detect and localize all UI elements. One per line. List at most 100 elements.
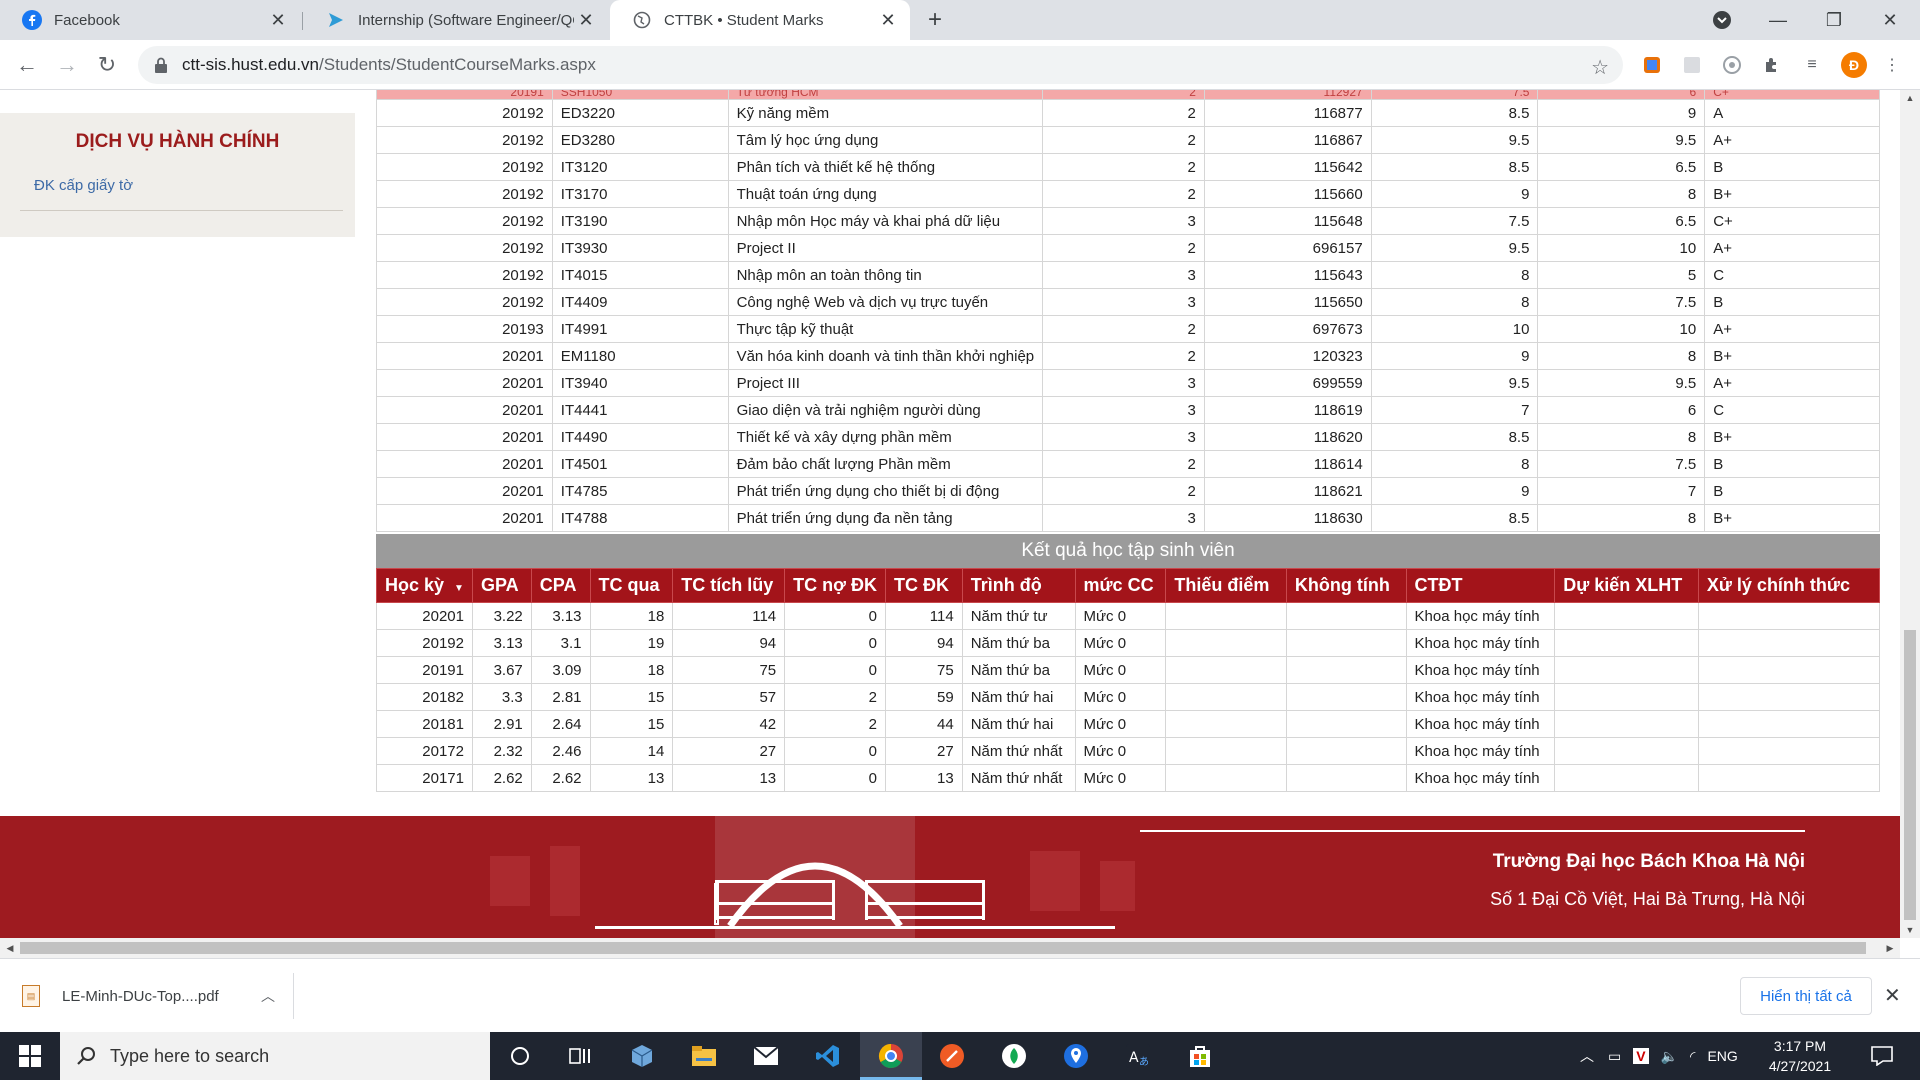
extension-icon[interactable] bbox=[1680, 53, 1704, 77]
cortana-icon[interactable] bbox=[504, 1040, 536, 1072]
tab-internship[interactable]: Internship (Software Engineer/QC ✕ bbox=[304, 0, 608, 40]
url-host: ctt-sis.hust.edu.vn bbox=[182, 55, 320, 74]
result-cell bbox=[1554, 710, 1699, 738]
maximize-button[interactable]: ❐ bbox=[1806, 0, 1862, 40]
puzzle-icon[interactable] bbox=[1760, 53, 1784, 77]
close-window-button[interactable]: ✕ bbox=[1862, 0, 1918, 40]
course-code-cell: IT3120 bbox=[551, 153, 729, 181]
download-item[interactable]: ▤ LE-Minh-DUc-Top....pdf ︿ bbox=[22, 973, 294, 1019]
extension-icon[interactable] bbox=[1720, 53, 1744, 77]
back-button[interactable]: ← bbox=[12, 50, 42, 80]
volume-icon[interactable]: 🔈 bbox=[1661, 1048, 1678, 1065]
menu-dots-icon[interactable]: ⋮ bbox=[1880, 53, 1904, 77]
table-row: 20201 IT4788 Phát triển ứng dụng đa nền tả… bbox=[376, 504, 1880, 532]
request-documents-link[interactable]: ĐK cấp giấy tờ bbox=[34, 177, 133, 194]
address-bar[interactable]: ctt-sis.hust.edu.vn/Students/StudentCour… bbox=[138, 46, 1623, 84]
midterm-score-cell: 9 bbox=[1370, 342, 1539, 370]
close-tab-icon[interactable]: ✕ bbox=[266, 8, 290, 32]
postman-icon[interactable] bbox=[936, 1040, 968, 1072]
semester-cell: 20191 bbox=[376, 90, 553, 100]
result-cell: 13 bbox=[884, 764, 963, 792]
translate-icon[interactable]: Aあ bbox=[1122, 1040, 1154, 1072]
course-name-cell: Thuật toán ứng dụng bbox=[727, 180, 1044, 208]
close-tab-icon[interactable]: ✕ bbox=[876, 8, 900, 32]
scroll-left-arrow[interactable]: ◀ bbox=[0, 938, 20, 958]
column-header: CTĐT bbox=[1405, 568, 1556, 603]
vscode-icon[interactable] bbox=[812, 1040, 844, 1072]
close-download-bar-icon[interactable]: ✕ bbox=[1884, 983, 1901, 1008]
result-cell bbox=[1285, 683, 1407, 711]
reload-button[interactable]: ↻ bbox=[92, 50, 122, 80]
column-header[interactable]: Học kỳ ▼ bbox=[376, 568, 473, 603]
scroll-right-arrow[interactable]: ▶ bbox=[1880, 938, 1900, 958]
result-cell: 2.62 bbox=[530, 764, 591, 792]
avatar[interactable]: Đ bbox=[1841, 52, 1867, 78]
horizontal-scrollbar[interactable]: ◀ ▶ bbox=[0, 938, 1900, 958]
forward-button[interactable]: → bbox=[52, 50, 82, 80]
windows-taskbar: Type here to search Aあ ︿ ▭ V 🔈 ◜ ENG 3:1… bbox=[0, 1032, 1920, 1080]
result-cell bbox=[1697, 764, 1881, 792]
minimize-button[interactable]: — bbox=[1750, 0, 1806, 40]
clock[interactable]: 3:17 PM 4/27/2021 bbox=[1750, 1036, 1850, 1076]
store-icon[interactable] bbox=[1184, 1040, 1216, 1072]
scrollbar-thumb[interactable] bbox=[1904, 630, 1916, 920]
result-cell: 2 bbox=[784, 683, 886, 711]
tab-student-marks[interactable]: CTTBK • Student Marks ✕ bbox=[610, 0, 910, 40]
result-cell bbox=[1554, 764, 1699, 792]
result-cell: 59 bbox=[884, 683, 963, 711]
mail-icon[interactable] bbox=[750, 1040, 782, 1072]
result-cell: Năm thứ hai bbox=[961, 683, 1076, 711]
taskbar-search[interactable]: Type here to search bbox=[60, 1032, 490, 1080]
scroll-up-arrow[interactable]: ▲ bbox=[1900, 90, 1920, 106]
chevron-up-icon[interactable]: ︿ bbox=[261, 986, 275, 1006]
close-tab-icon[interactable]: ✕ bbox=[574, 8, 598, 32]
midterm-score-cell: 9.5 bbox=[1370, 234, 1539, 262]
result-cell: 2.81 bbox=[530, 683, 591, 711]
start-button[interactable] bbox=[0, 1032, 60, 1080]
result-cell: 2.32 bbox=[471, 737, 532, 765]
battery-icon[interactable]: ▭ bbox=[1608, 1048, 1621, 1065]
final-score-cell: 6.5 bbox=[1537, 153, 1706, 181]
lock-icon[interactable] bbox=[152, 56, 170, 74]
reading-list-icon[interactable]: ≡ bbox=[1800, 53, 1824, 77]
table-row: 20201 IT4490 Thiết kế và xây dựng phần mềm… bbox=[376, 423, 1880, 451]
course-name-cell: Giao diện và trải nghiệm người dùng bbox=[727, 396, 1044, 424]
letter-grade-cell: C+ bbox=[1704, 90, 1880, 100]
vertical-scrollbar[interactable]: ▲ ▼ bbox=[1900, 90, 1920, 938]
new-tab-button[interactable]: + bbox=[921, 6, 949, 34]
class-id-cell: 118621 bbox=[1203, 477, 1372, 505]
bookmark-star-icon[interactable]: ☆ bbox=[1591, 55, 1609, 80]
leaf-app-icon[interactable] bbox=[998, 1040, 1030, 1072]
course-name-cell: Tư tưởng HCM bbox=[727, 90, 1044, 100]
course-code-cell: IT3930 bbox=[551, 234, 729, 262]
globe-icon bbox=[632, 10, 652, 30]
table-row: 20172 2.32 2.46 14 27 0 27 Năm thứ nhất Mức 0 Kho… bbox=[376, 737, 1881, 765]
3d-box-icon[interactable] bbox=[626, 1040, 658, 1072]
sort-icon[interactable]: ▼ bbox=[454, 583, 464, 594]
show-all-downloads-button[interactable]: Hiển thị tất cả bbox=[1740, 977, 1872, 1015]
extension-icon[interactable] bbox=[1640, 53, 1664, 77]
maps-pin-icon[interactable] bbox=[1060, 1040, 1092, 1072]
tab-search-button[interactable] bbox=[1694, 0, 1750, 40]
language-indicator[interactable]: ENG bbox=[1707, 1048, 1737, 1064]
semester-cell: 20192 bbox=[376, 207, 553, 235]
system-tray: ︿ ▭ V 🔈 ◜ ENG bbox=[1580, 1032, 1738, 1080]
antivirus-icon[interactable]: V bbox=[1633, 1048, 1649, 1064]
class-id-cell: 115660 bbox=[1203, 180, 1372, 208]
column-header-label: CPA bbox=[539, 575, 577, 595]
scrollbar-thumb[interactable] bbox=[20, 942, 1866, 954]
result-cell: Mức 0 bbox=[1074, 764, 1167, 792]
semester-cell: 20201 bbox=[376, 342, 553, 370]
notification-icon[interactable] bbox=[1866, 1040, 1898, 1072]
result-cell bbox=[1165, 710, 1287, 738]
chrome-icon[interactable] bbox=[875, 1040, 907, 1072]
task-view-icon[interactable] bbox=[564, 1040, 596, 1072]
tab-facebook[interactable]: Facebook ✕ bbox=[0, 0, 300, 40]
class-id-cell: 699559 bbox=[1203, 369, 1372, 397]
scroll-down-arrow[interactable]: ▼ bbox=[1900, 922, 1920, 938]
result-cell bbox=[1697, 602, 1881, 630]
file-explorer-icon[interactable] bbox=[688, 1040, 720, 1072]
chevron-up-icon[interactable]: ︿ bbox=[1580, 1046, 1594, 1066]
network-icon[interactable]: ◜ bbox=[1690, 1048, 1695, 1065]
course-code-cell: IT4015 bbox=[551, 261, 729, 289]
